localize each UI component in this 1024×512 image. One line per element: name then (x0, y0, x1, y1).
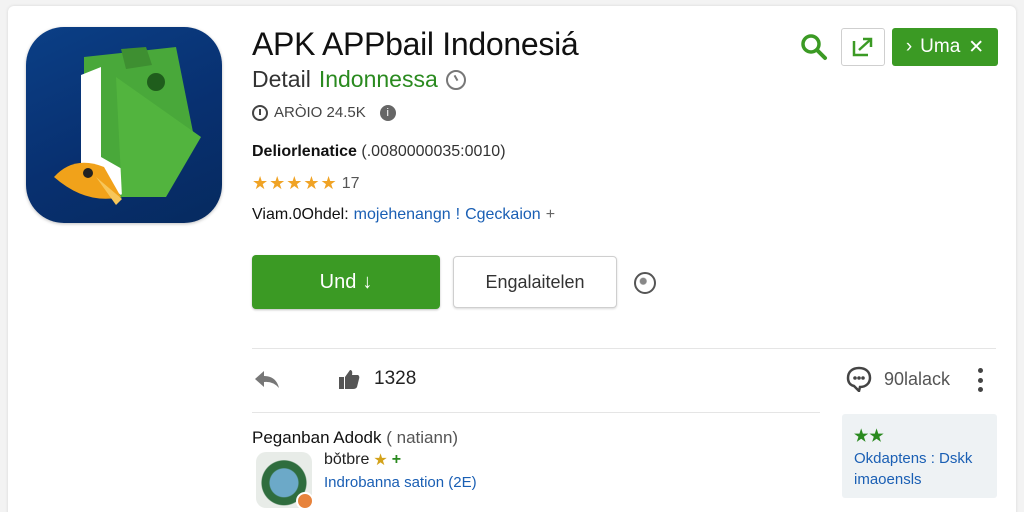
menu-green-button[interactable]: › Uma ✕ (892, 28, 998, 66)
reply-icon[interactable] (252, 366, 282, 394)
clock-icon (445, 69, 466, 90)
app-title: APK APPbail Indonesiá (252, 26, 579, 62)
close-icon[interactable]: ✕ (968, 36, 984, 59)
section-title-suffix: ( natiann) (386, 428, 459, 447)
more-options-icon[interactable] (977, 368, 983, 392)
category-separator: ! (455, 206, 461, 223)
chevron-right-icon: › (905, 36, 913, 57)
download-arrow-icon: ↓ (362, 270, 373, 293)
divider (252, 348, 996, 349)
menu-green-label: Uma (920, 36, 961, 57)
category-link-2[interactable]: Cgeckaion (465, 206, 541, 224)
star-icon: ★ (373, 452, 388, 469)
side-info-card[interactable]: ★★ Okdaptens : Dskk imaoensls (842, 414, 997, 498)
category-line: Viam.0Ohdel: mojehenangn ! Cgeckaion + (252, 206, 555, 224)
meta-text: ARÒIO 24.5K (274, 104, 366, 121)
subtitle: Detail Indonnessa (252, 66, 466, 93)
app-meta: ARÒIO 24.5K i (252, 104, 396, 121)
like-stats: 1328 (338, 368, 416, 390)
plus-icon: + (391, 451, 402, 468)
section-title-text: Peganban Adodk (252, 428, 382, 447)
divider (252, 412, 820, 413)
side-card-line-2: imaoensls (854, 471, 922, 488)
subtitle-label: Detail (252, 66, 311, 92)
share-button[interactable] (841, 28, 885, 66)
developer-label: Deliorlenatice (252, 143, 357, 160)
review-label: 90lalack (884, 368, 951, 389)
related-app-name[interactable]: bǒtbre ★ + (324, 450, 401, 470)
developer-line: Deliorlenatice (.0080000035:0010) (252, 143, 506, 161)
related-app-title: bǒtbre (324, 451, 370, 468)
app-icon (26, 27, 222, 223)
rating-count: 17 (341, 174, 360, 192)
subtitle-link[interactable]: Indonnessa (319, 66, 438, 93)
install-button[interactable]: Und ↓ (252, 255, 440, 309)
review-action[interactable]: 90lalack (846, 366, 950, 392)
related-app-subtitle[interactable]: Indrobanna sation (2E) (324, 474, 477, 491)
related-app-icon[interactable] (256, 452, 314, 510)
badge-icon (296, 492, 314, 510)
star-rating-icon: ★★★★★ (252, 173, 338, 193)
share-icon (852, 37, 873, 57)
plus-icon[interactable]: + (546, 206, 555, 224)
clock-icon (252, 104, 268, 121)
secondary-button[interactable]: Engalaitelen (453, 256, 617, 308)
android-bird-logo-icon (54, 47, 201, 205)
section-title: Peganban Adodk ( natiann) (252, 428, 458, 448)
green-stars-icon: ★★ (854, 428, 885, 445)
globe-icon[interactable] (634, 272, 656, 294)
like-count: 1328 (374, 368, 417, 389)
category-lead: Viam.0Ohdel: (252, 206, 349, 223)
install-label: Und (319, 270, 357, 293)
chat-bubble-icon (846, 366, 872, 392)
rating: ★★★★★ 17 (252, 173, 359, 194)
info-icon[interactable]: i (379, 104, 396, 121)
side-card-line-1: Okdaptens : Dskk (854, 450, 973, 467)
developer-code: (.0080000035:0010) (361, 143, 506, 160)
category-link-1[interactable]: mojehenangn (354, 206, 451, 224)
search-icon[interactable] (800, 33, 828, 61)
thumb-up-icon[interactable] (338, 368, 360, 390)
